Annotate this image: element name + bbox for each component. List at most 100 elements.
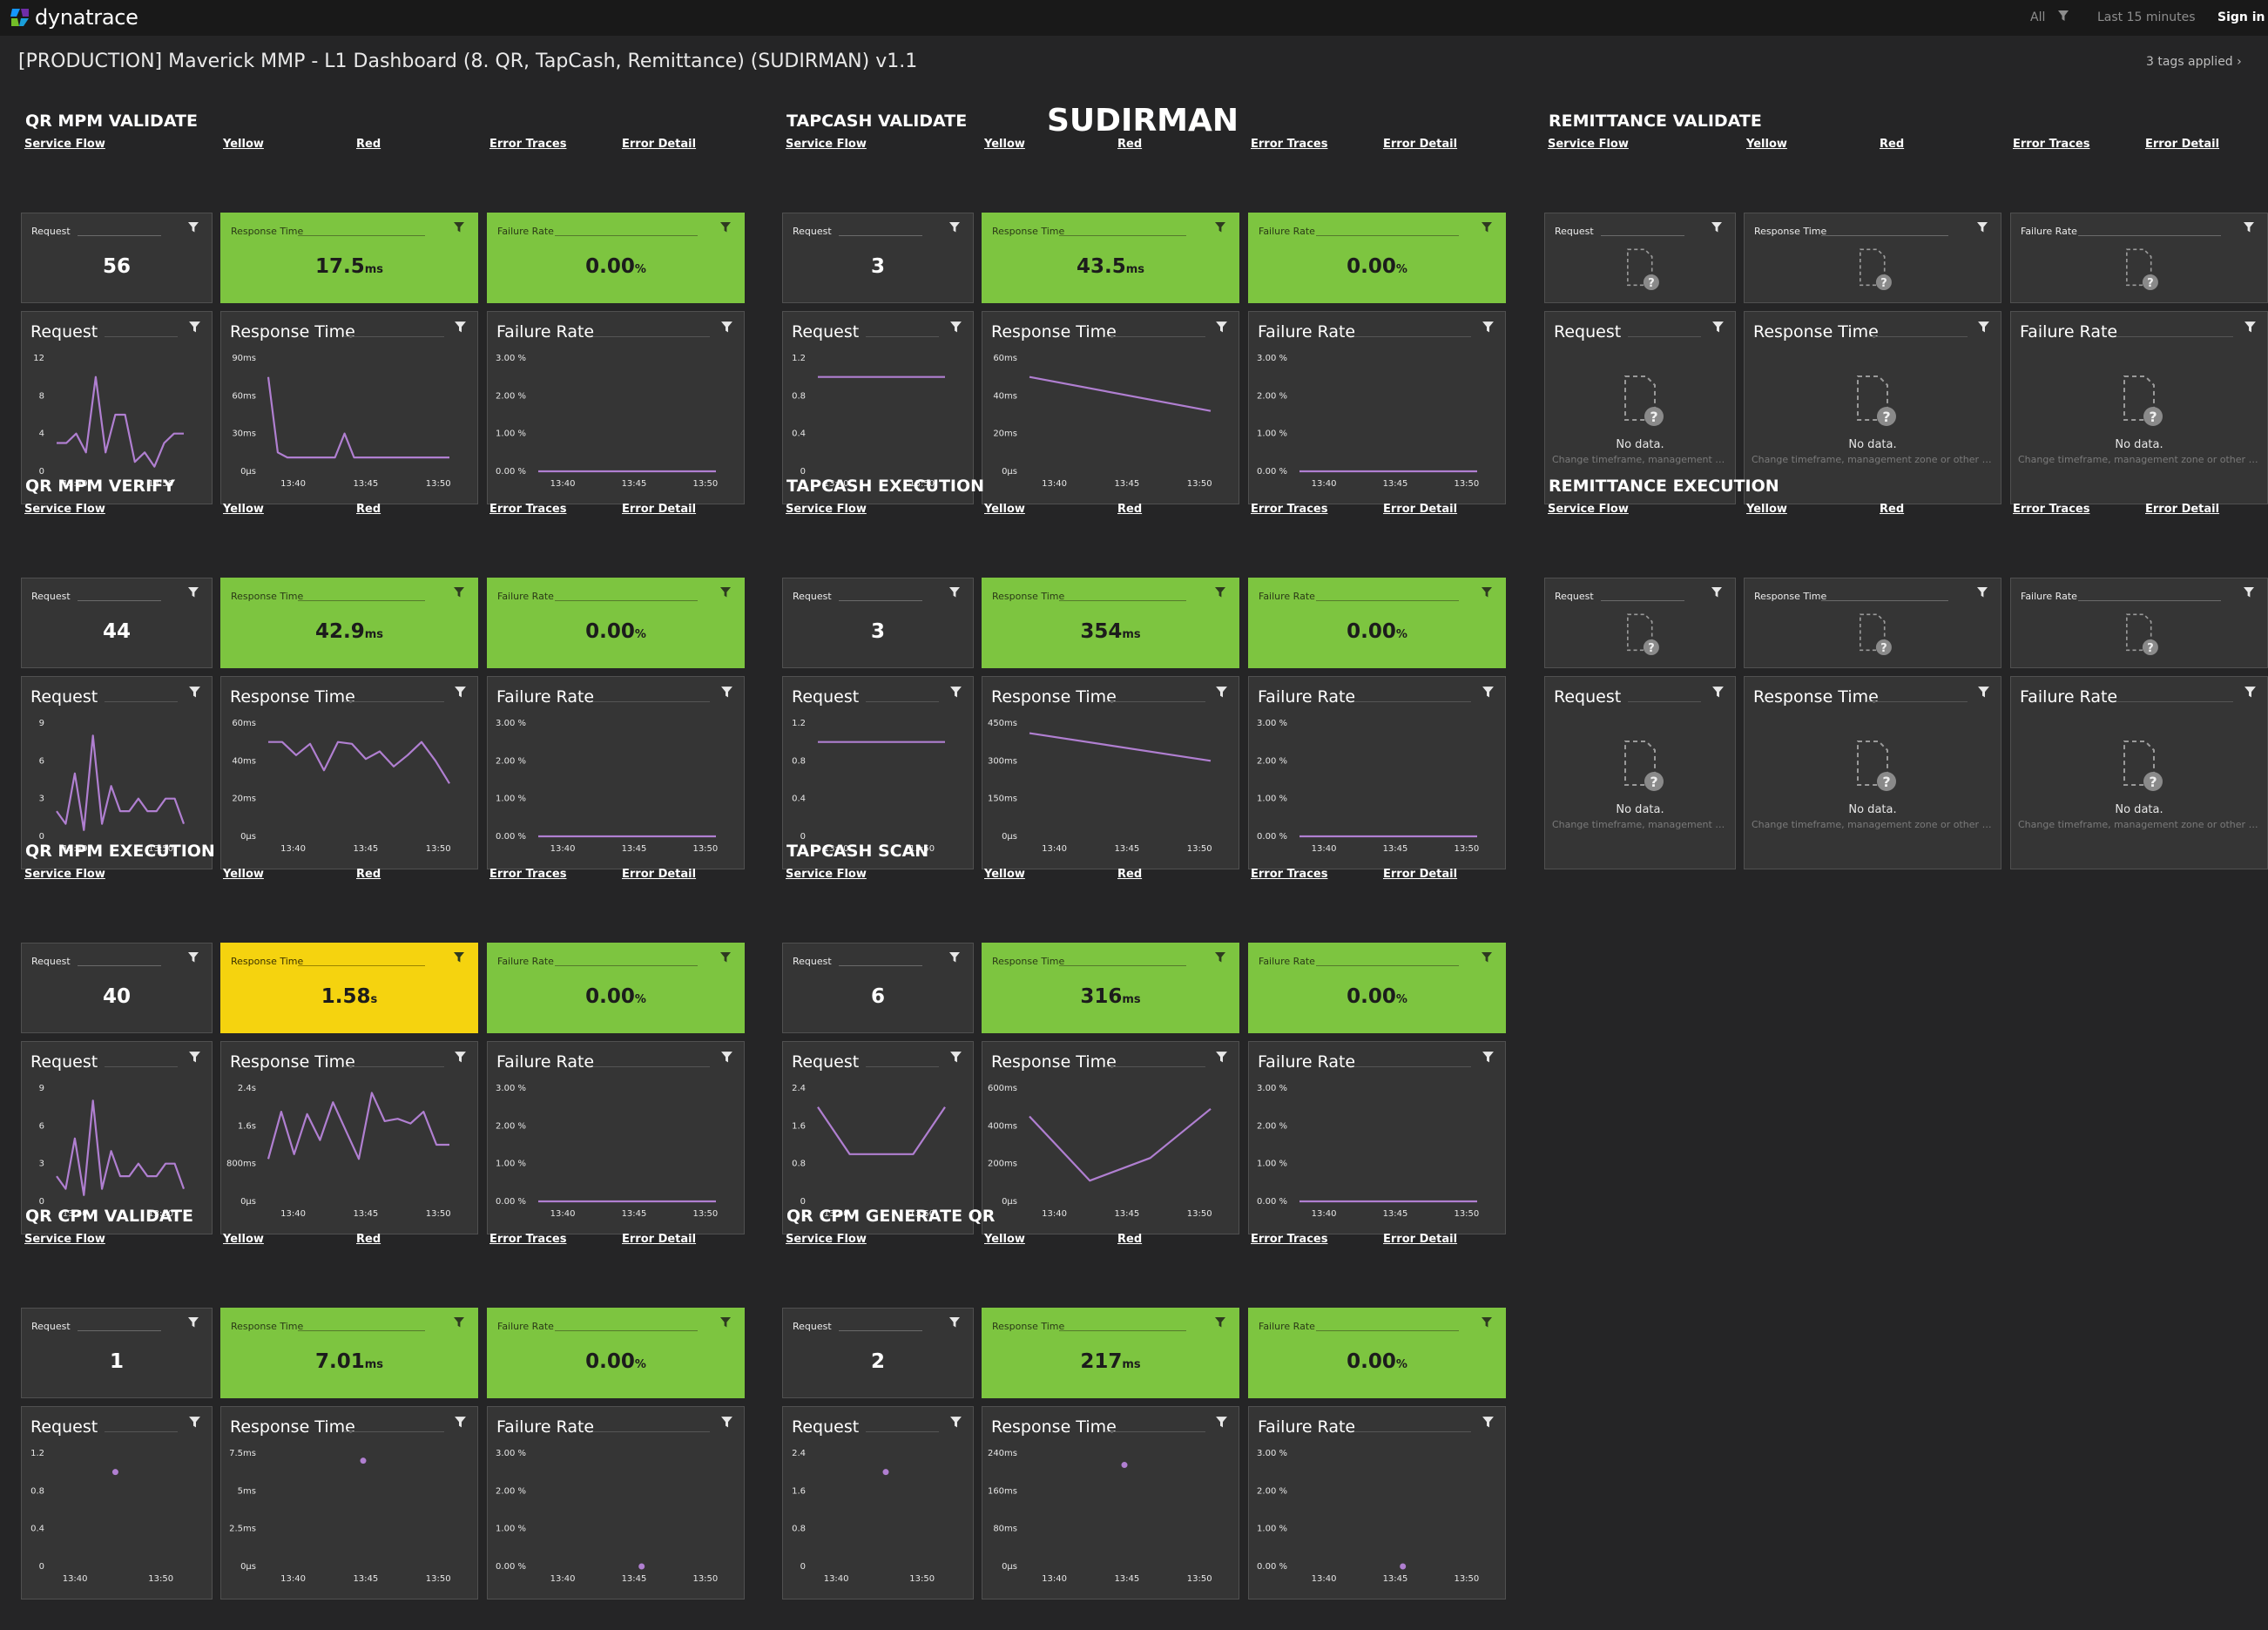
qr-mpm-execution-chart-failure-rate[interactable]: Failure Rate 3.00 % 2.00 % 1.00 % 0.00 % 13:4… bbox=[487, 1041, 745, 1234]
qr-mpm-validate-chart-request[interactable]: Request 12 8 4 0 13:40 13:50 bbox=[21, 311, 213, 504]
qr-cpm-generate-qr-tile-request[interactable]: Request 2 bbox=[782, 1308, 974, 1398]
filter-icon[interactable] bbox=[1214, 951, 1226, 964]
filter-icon[interactable] bbox=[1214, 586, 1226, 599]
tapcash-scan-link-service-flow[interactable]: Service Flow bbox=[786, 868, 867, 881]
tapcash-validate-link-yellow[interactable]: Yellow bbox=[984, 138, 1025, 151]
qr-cpm-validate-link-error-traces[interactable]: Error Traces bbox=[489, 1233, 566, 1246]
qr-mpm-verify-tile-response-time[interactable]: Response Time 42.9ms bbox=[220, 578, 478, 668]
qr-mpm-execution-tile-request[interactable]: Request 40 bbox=[21, 943, 213, 1033]
filter-icon[interactable] bbox=[1711, 686, 1725, 699]
qr-mpm-validate-chart-response-time[interactable]: Response Time 90ms 60ms 30ms 0μs 13:40 13:45 13… bbox=[220, 311, 478, 504]
qr-cpm-validate-link-error-detail[interactable]: Error Detail bbox=[622, 1233, 696, 1246]
filter-icon[interactable] bbox=[1711, 586, 1723, 599]
series-line[interactable] bbox=[1029, 1107, 1212, 1182]
qr-cpm-generate-qr-link-error-traces[interactable]: Error Traces bbox=[1251, 1233, 1327, 1246]
filter-icon[interactable] bbox=[948, 951, 961, 964]
remittance-validate-link-yellow[interactable]: Yellow bbox=[1746, 138, 1787, 151]
qr-mpm-execution-link-error-traces[interactable]: Error Traces bbox=[489, 868, 566, 881]
filter-icon[interactable] bbox=[453, 951, 465, 964]
filter-icon[interactable] bbox=[453, 1316, 465, 1329]
filter-icon[interactable] bbox=[1481, 586, 1493, 599]
remittance-execution-link-red[interactable]: Red bbox=[1880, 503, 1904, 516]
tapcash-scan-chart-response-time[interactable]: Response Time 600ms 400ms 200ms 0μs 13:40 13:4… bbox=[982, 1041, 1239, 1234]
dynatrace-logo[interactable]: dynatrace bbox=[9, 5, 138, 30]
tapcash-scan-link-error-detail[interactable]: Error Detail bbox=[1383, 868, 1457, 881]
filter-icon[interactable] bbox=[2244, 321, 2257, 334]
filter-icon[interactable] bbox=[1214, 1316, 1226, 1329]
remittance-validate-tile-request[interactable]: Request? bbox=[1544, 213, 1736, 303]
remittance-validate-chart-request[interactable]: Request? No data. Change timeframe, manage… bbox=[1544, 311, 1736, 504]
tapcash-scan-link-yellow[interactable]: Yellow bbox=[984, 868, 1025, 881]
tags-applied[interactable]: 3 tags applied › bbox=[2146, 55, 2242, 69]
filter-icon[interactable] bbox=[2243, 586, 2255, 599]
tapcash-scan-link-red[interactable]: Red bbox=[1117, 868, 1142, 881]
filter-icon[interactable] bbox=[2243, 221, 2255, 233]
series-line[interactable] bbox=[56, 1099, 186, 1196]
filter-icon[interactable] bbox=[187, 586, 199, 599]
qr-mpm-verify-link-error-detail[interactable]: Error Detail bbox=[622, 503, 696, 516]
filter-icon[interactable] bbox=[453, 221, 465, 233]
qr-mpm-execution-link-red[interactable]: Red bbox=[356, 868, 381, 881]
filter-icon[interactable] bbox=[719, 221, 732, 233]
remittance-validate-link-service-flow[interactable]: Service Flow bbox=[1548, 138, 1629, 151]
data-point[interactable] bbox=[638, 1563, 645, 1570]
series-line[interactable] bbox=[1029, 375, 1212, 412]
qr-mpm-validate-tile-response-time[interactable]: Response Time 17.5ms bbox=[220, 213, 478, 303]
tapcash-validate-link-error-detail[interactable]: Error Detail bbox=[1383, 138, 1457, 151]
filter-all-label[interactable]: All bbox=[2030, 10, 2045, 24]
filter-icon[interactable] bbox=[187, 221, 199, 233]
filter-icon[interactable] bbox=[1711, 321, 1725, 334]
qr-mpm-validate-tile-request[interactable]: Request 56 bbox=[21, 213, 213, 303]
qr-mpm-validate-link-error-traces[interactable]: Error Traces bbox=[489, 138, 566, 151]
tapcash-scan-tile-request[interactable]: Request 6 bbox=[782, 943, 974, 1033]
qr-cpm-generate-qr-chart-request[interactable]: Request 2.4 1.6 0.8 0 13:40 13:50 bbox=[782, 1406, 974, 1600]
tapcash-scan-tile-response-time[interactable]: Response Time 316ms bbox=[982, 943, 1239, 1033]
data-point[interactable] bbox=[111, 1469, 118, 1476]
series-line[interactable] bbox=[1029, 732, 1212, 762]
remittance-execution-tile-failure-rate[interactable]: Failure Rate? bbox=[2010, 578, 2268, 668]
remittance-validate-chart-response-time[interactable]: Response Time? No data. Change timeframe, … bbox=[1744, 311, 2001, 504]
qr-cpm-generate-qr-link-red[interactable]: Red bbox=[1117, 1233, 1142, 1246]
tapcash-validate-link-red[interactable]: Red bbox=[1117, 138, 1142, 151]
filter-icon[interactable] bbox=[187, 1316, 199, 1329]
filter-icon[interactable] bbox=[1977, 686, 1990, 699]
remittance-execution-tile-response-time[interactable]: Response Time? bbox=[1744, 578, 2001, 668]
qr-mpm-verify-chart-failure-rate[interactable]: Failure Rate 3.00 % 2.00 % 1.00 % 0.00 % 13:4… bbox=[487, 676, 745, 869]
qr-mpm-validate-link-red[interactable]: Red bbox=[356, 138, 381, 151]
series-line[interactable] bbox=[817, 1106, 946, 1155]
qr-cpm-generate-qr-chart-failure-rate[interactable]: Failure Rate 3.00 % 2.00 % 1.00 % 0.00 % 13:4… bbox=[1248, 1406, 1506, 1600]
remittance-execution-chart-response-time[interactable]: Response Time? No data. Change timeframe, … bbox=[1744, 676, 2001, 869]
filter-icon[interactable] bbox=[1977, 321, 1990, 334]
qr-mpm-verify-link-yellow[interactable]: Yellow bbox=[223, 503, 264, 516]
tapcash-execution-link-yellow[interactable]: Yellow bbox=[984, 503, 1025, 516]
qr-mpm-validate-link-service-flow[interactable]: Service Flow bbox=[24, 138, 105, 151]
remittance-validate-link-red[interactable]: Red bbox=[1880, 138, 1904, 151]
qr-mpm-verify-link-service-flow[interactable]: Service Flow bbox=[24, 503, 105, 516]
qr-cpm-generate-qr-chart-response-time[interactable]: Response Time 240ms 160ms 80ms 0μs 13:40 13:45… bbox=[982, 1406, 1239, 1600]
remittance-validate-tile-failure-rate[interactable]: Failure Rate? bbox=[2010, 213, 2268, 303]
qr-mpm-verify-tile-request[interactable]: Request 44 bbox=[21, 578, 213, 668]
timeframe-selector[interactable]: Last 15 minutes bbox=[2097, 10, 2196, 24]
data-point[interactable] bbox=[1121, 1462, 1128, 1469]
filter-icon[interactable] bbox=[1481, 1316, 1493, 1329]
qr-mpm-verify-link-red[interactable]: Red bbox=[356, 503, 381, 516]
qr-cpm-validate-link-red[interactable]: Red bbox=[356, 1233, 381, 1246]
tapcash-execution-chart-response-time[interactable]: Response Time 450ms 300ms 150ms 0μs 13:40 13:4… bbox=[982, 676, 1239, 869]
data-point[interactable] bbox=[1400, 1563, 1407, 1570]
qr-cpm-validate-chart-failure-rate[interactable]: Failure Rate 3.00 % 2.00 % 1.00 % 0.00 % 13:4… bbox=[487, 1406, 745, 1600]
filter-icon[interactable] bbox=[2244, 686, 2257, 699]
qr-cpm-validate-tile-response-time[interactable]: Response Time 7.01ms bbox=[220, 1308, 478, 1398]
series-line[interactable] bbox=[56, 734, 186, 831]
tapcash-execution-tile-request[interactable]: Request 3 bbox=[782, 578, 974, 668]
qr-mpm-verify-chart-response-time[interactable]: Response Time 60ms 40ms 20ms 0μs 13:40 13:45 13… bbox=[220, 676, 478, 869]
qr-cpm-generate-qr-link-yellow[interactable]: Yellow bbox=[984, 1233, 1025, 1246]
tapcash-execution-chart-failure-rate[interactable]: Failure Rate 3.00 % 2.00 % 1.00 % 0.00 % 13:4… bbox=[1248, 676, 1506, 869]
tapcash-validate-chart-response-time[interactable]: Response Time 60ms 40ms 20ms 0μs 13:40 13:45 13… bbox=[982, 311, 1239, 504]
sign-in-button[interactable]: Sign in bbox=[2217, 10, 2265, 24]
qr-cpm-generate-qr-link-error-detail[interactable]: Error Detail bbox=[1383, 1233, 1457, 1246]
filter-icon[interactable] bbox=[453, 586, 465, 599]
remittance-validate-link-error-detail[interactable]: Error Detail bbox=[2145, 138, 2219, 151]
filter-icon[interactable] bbox=[948, 221, 961, 233]
remittance-execution-link-error-traces[interactable]: Error Traces bbox=[2013, 503, 2089, 516]
tapcash-execution-chart-request[interactable]: Request 1.2 0.8 0.4 0 13:40 13:50 bbox=[782, 676, 974, 869]
